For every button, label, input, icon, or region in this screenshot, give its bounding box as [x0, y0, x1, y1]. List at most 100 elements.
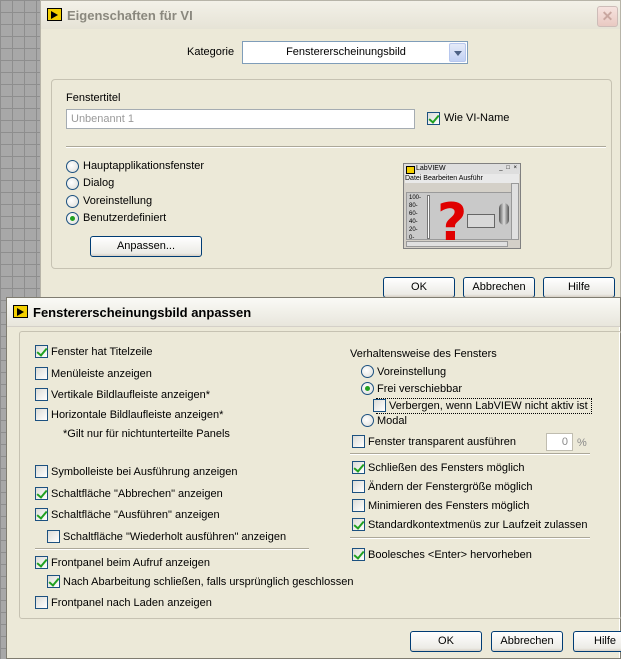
- context-menu-label: Standardkontextmenüs zur Laufzeit zulass…: [368, 519, 588, 531]
- preview-menubar: Datei Bearbeiten Ausführ: [405, 174, 519, 183]
- scale-tick: 40-: [409, 219, 418, 225]
- category-label: Kategorie: [187, 46, 235, 58]
- scale-tick: 20-: [409, 227, 418, 233]
- cancel-button[interactable]: Abbrechen: [463, 277, 535, 298]
- run-button-label: Schaltfläche "Ausführen" anzeigen: [51, 509, 220, 521]
- ok-button[interactable]: OK: [383, 277, 455, 298]
- hscroll-checkbox[interactable]: [35, 408, 48, 421]
- scale-tick: 60-: [409, 211, 418, 217]
- run-button-checkbox[interactable]: [35, 508, 48, 521]
- window-preview-image: LabVIEW _ □ × Datei Bearbeiten Ausführ 1…: [403, 163, 521, 249]
- customize-window-titlebar[interactable]: Fenstererscheinungsbild anpassen: [7, 298, 620, 327]
- preview-hscroll: [406, 241, 508, 247]
- radio-custom-label: Benutzerdefiniert: [83, 212, 167, 224]
- category-value: Fenstererscheinungsbild: [286, 46, 406, 58]
- hide-when-inactive-label: Verbergen, wenn LabVIEW nicht aktiv ist: [389, 400, 588, 412]
- radio-behavior-default-label: Voreinstellung: [377, 366, 447, 378]
- same-as-vi-name-label: Wie VI-Name: [444, 112, 510, 124]
- preview-scale: 100- 80- 60- 40- 20- 0-: [409, 194, 421, 242]
- window-title-input[interactable]: Unbenannt 1: [66, 109, 415, 129]
- radio-custom[interactable]: [66, 212, 79, 225]
- vi-properties-dialog: Eigenschaften für VI ✕ Kategorie Fenster…: [40, 0, 621, 320]
- window-title-label: Fenstertitel: [66, 92, 121, 104]
- percent-unit: %: [577, 437, 587, 449]
- toolbar-label: Symbolleiste bei Ausführung anzeigen: [51, 466, 238, 478]
- radio-modal[interactable]: [361, 414, 374, 427]
- titlebar-label: Fenster hat Titelzeile: [51, 346, 153, 358]
- radio-default[interactable]: [66, 195, 79, 208]
- transparency-input[interactable]: 0: [546, 433, 573, 451]
- vi-properties-titlebar[interactable]: Eigenschaften für VI ✕: [41, 1, 620, 29]
- help-button[interactable]: Hilfe: [573, 631, 621, 652]
- preview-control: [467, 214, 495, 228]
- behavior-heading: Verhaltensweise des Fensters: [350, 348, 497, 360]
- window-title-value: Unbenannt 1: [71, 113, 134, 125]
- transparent-checkbox[interactable]: [352, 435, 365, 448]
- vscroll-checkbox[interactable]: [35, 388, 48, 401]
- resizable-checkbox[interactable]: [352, 480, 365, 493]
- preview-toggle: [499, 203, 509, 225]
- divider: [35, 548, 309, 550]
- resizable-label: Ändern der Fenstergröße möglich: [368, 481, 533, 493]
- minimizable-label: Minimieren des Fensters möglich: [368, 500, 530, 512]
- customize-button[interactable]: Anpassen...: [90, 236, 202, 257]
- closeable-label: Schließen des Fensters möglich: [368, 462, 525, 474]
- close-after-run-checkbox[interactable]: [47, 575, 60, 588]
- same-as-vi-name-checkbox[interactable]: [427, 112, 440, 125]
- radio-dialog[interactable]: [66, 177, 79, 190]
- minimizable-checkbox[interactable]: [352, 499, 365, 512]
- boolean-enter-label: Boolesches <Enter> hervorheben: [368, 549, 532, 561]
- radio-floating[interactable]: [361, 382, 374, 395]
- show-after-load-label: Frontpanel nach Laden anzeigen: [51, 597, 212, 609]
- show-frontpanel-label: Frontpanel beim Aufruf anzeigen: [51, 557, 210, 569]
- labview-icon: [47, 8, 62, 21]
- divider: [350, 453, 590, 455]
- vi-properties-title: Eigenschaften für VI: [67, 8, 193, 23]
- help-button[interactable]: Hilfe: [543, 277, 615, 298]
- preview-window-buttons: _ □ ×: [499, 165, 518, 171]
- radio-modal-label: Modal: [377, 415, 407, 427]
- scale-tick: 100-: [409, 195, 422, 201]
- divider: [66, 146, 606, 148]
- chevron-down-icon[interactable]: [449, 43, 466, 62]
- radio-behavior-default[interactable]: [361, 365, 374, 378]
- abort-button-label: Schaltfläche "Abbrechen" anzeigen: [51, 488, 223, 500]
- preview-panel: 100- 80- 60- 40- 20- 0- ?: [406, 192, 518, 249]
- radio-floating-label: Frei verschiebbar: [377, 383, 462, 395]
- transparent-label: Fenster transparent ausführen: [368, 436, 516, 448]
- toolbar-checkbox[interactable]: [35, 465, 48, 478]
- appearance-group: Fenstertitel Unbenannt 1 Wie VI-Name Hau…: [51, 79, 612, 269]
- transparency-value: 0: [561, 436, 568, 448]
- vscroll-label: Vertikale Bildlaufleiste anzeigen*: [51, 389, 210, 401]
- radio-main-app-window[interactable]: [66, 160, 79, 173]
- boolean-enter-checkbox[interactable]: [352, 548, 365, 561]
- show-after-load-checkbox[interactable]: [35, 596, 48, 609]
- menubar-label: Menüleiste anzeigen: [51, 368, 152, 380]
- hscroll-label: Horizontale Bildlaufleiste anzeigen*: [51, 409, 224, 421]
- radio-default-label: Voreinstellung: [83, 195, 153, 207]
- scale-tick: 80-: [409, 203, 418, 209]
- menubar-checkbox[interactable]: [35, 367, 48, 380]
- run-continuously-checkbox[interactable]: [47, 530, 60, 543]
- titlebar-checkbox[interactable]: [35, 345, 48, 358]
- category-select[interactable]: Fenstererscheinungsbild: [242, 41, 468, 64]
- ok-button[interactable]: OK: [410, 631, 482, 652]
- footnote: *Gilt nur für nichtunterteilte Panels: [63, 428, 230, 440]
- close-after-run-label: Nach Abarbeitung schließen, falls ursprü…: [63, 576, 354, 588]
- radio-main-app-window-label: Hauptapplikationsfenster: [83, 160, 205, 172]
- run-continuously-label: Schaltfläche "Wiederholt ausführen" anze…: [63, 531, 287, 543]
- context-menu-checkbox[interactable]: [352, 518, 365, 531]
- divider: [350, 537, 590, 539]
- customize-window-title: Fenstererscheinungsbild anpassen: [33, 305, 252, 320]
- closeable-checkbox[interactable]: [352, 461, 365, 474]
- radio-dialog-label: Dialog: [83, 177, 115, 189]
- hide-when-inactive-checkbox[interactable]: [373, 399, 386, 412]
- abort-button-checkbox[interactable]: [35, 487, 48, 500]
- preview-vscroll: [511, 183, 519, 240]
- show-frontpanel-checkbox[interactable]: [35, 556, 48, 569]
- close-icon[interactable]: ✕: [597, 6, 618, 27]
- labview-icon: [13, 305, 28, 318]
- customize-window-dialog: Fenstererscheinungsbild anpassen Fenster…: [6, 297, 621, 659]
- cancel-button[interactable]: Abbrechen: [491, 631, 563, 652]
- preview-slider: [427, 195, 430, 239]
